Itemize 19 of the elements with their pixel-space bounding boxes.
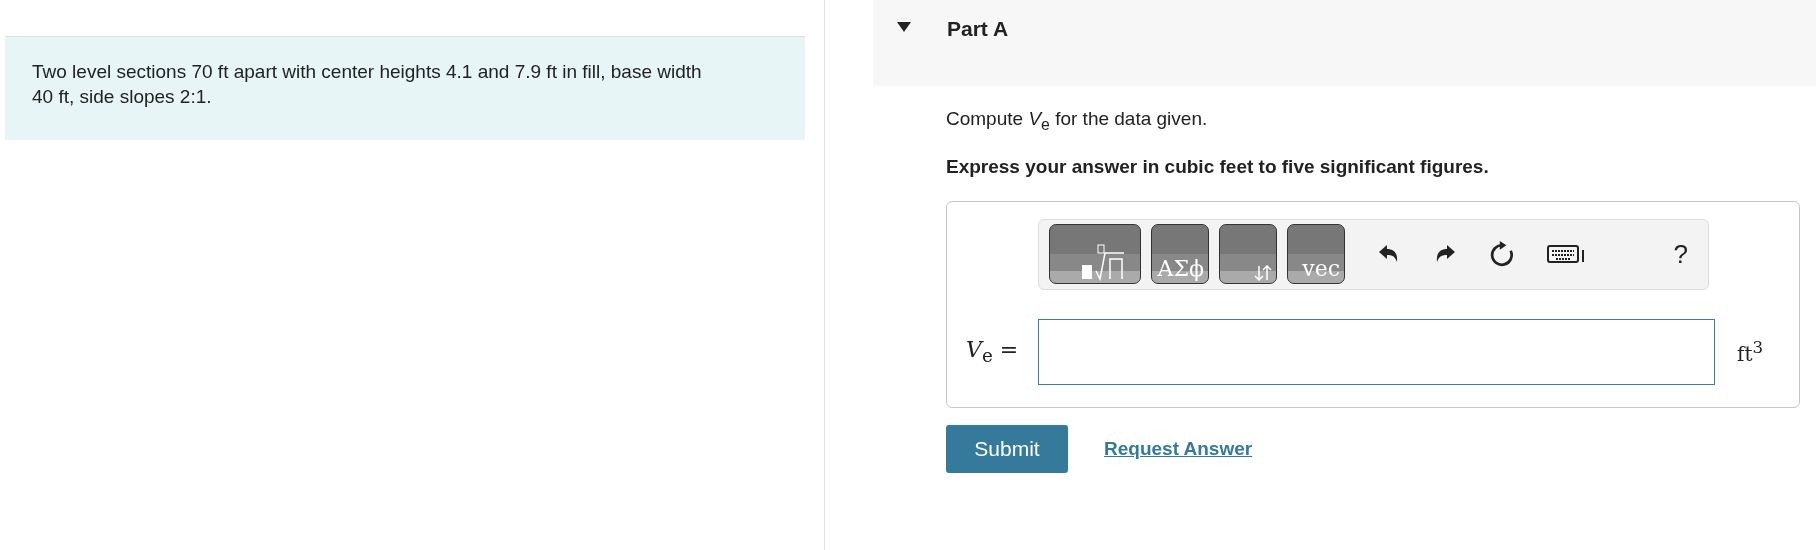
symbol-button[interactable]: vec xyxy=(1287,224,1345,285)
symbol-button[interactable]: ΑΣϕ xyxy=(1151,224,1209,285)
question-text: Compute V$_{e}$ for the data given. xyxy=(946,108,1209,134)
arrows-button[interactable] xyxy=(1219,224,1277,285)
template-button[interactable] xyxy=(1049,224,1141,285)
submit-button[interactable]: Submit xyxy=(946,424,1068,473)
keyboard-icon[interactable] xyxy=(1547,244,1587,265)
answer-field[interactable] xyxy=(1038,318,1715,385)
instruction-text: Express your answer in cubic feet to five significant figures. xyxy=(946,155,1490,178)
help-button[interactable]: ? xyxy=(1663,238,1698,270)
collapse-triangle-icon[interactable] xyxy=(897,22,911,32)
part-header[interactable]: Part A xyxy=(873,0,1816,86)
unit-label: ft$^{3}$ xyxy=(1737,337,1764,366)
request-answer-link[interactable]: Request Answer xyxy=(1104,437,1253,460)
problem-text: Two level sections 70 ft apart with center heights 4.1 and 7.9 ft in fill, base width 40 ft, side slopes 2:1. xyxy=(32,60,703,109)
arrows-icon xyxy=(1254,265,1272,282)
reset-icon[interactable] xyxy=(1489,241,1515,268)
part-title: Part A xyxy=(947,17,1009,41)
variable-label: V$_{e}$ = xyxy=(966,337,1020,367)
